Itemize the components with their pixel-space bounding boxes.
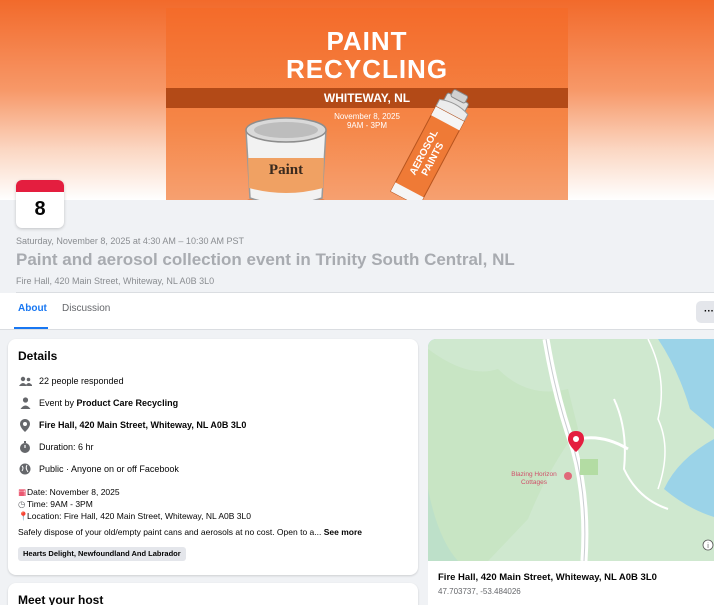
paint-can-illustration: Paint [245, 117, 327, 200]
more-options-button[interactable]: ··· [696, 301, 714, 323]
duration-row: Duration: 6 hr [18, 440, 94, 454]
location-text: Fire Hall, 420 Main Street, Whiteway, NL… [39, 420, 247, 430]
host-heading: Meet your host [18, 593, 104, 605]
poster-date: November 8, 2025 9AM - 3PM [166, 112, 568, 130]
location-map[interactable]: Blazing Horizon Cottages i [428, 339, 714, 561]
location-row[interactable]: Fire Hall, 420 Main Street, Whiteway, NL… [18, 418, 246, 432]
calendar-date-badge: 8 [16, 180, 64, 228]
duration-text: Duration: 6 hr [39, 442, 94, 452]
globe-icon [18, 462, 32, 476]
poster-location: WHITEWAY, NL [166, 88, 568, 108]
responded-text: 22 people responded [39, 376, 124, 386]
organizer-link[interactable]: Product Care Recycling [77, 398, 179, 408]
calendar-header [16, 180, 64, 192]
map-coordinates: 47.703737, -53.484026 [438, 587, 521, 596]
tab-about[interactable]: About [18, 303, 47, 314]
host-row: Event by Product Care Recycling [18, 396, 178, 410]
description-date: ▦Date: November 8, 2025 [18, 487, 120, 498]
people-icon [18, 374, 32, 388]
poster-date-line: November 8, 2025 [334, 112, 400, 121]
description-time-text: Time: 9AM - 3PM [27, 499, 93, 509]
lodging-icon [564, 472, 572, 480]
description-location-text: Location: Fire Hall, 420 Main Street, Wh… [27, 511, 251, 521]
location-pin-icon [18, 418, 32, 432]
map-place-label-line1: Blazing Horizon [511, 471, 557, 478]
map-address: Fire Hall, 420 Main Street, Whiteway, NL… [438, 572, 657, 583]
event-cover-photo: PAINT RECYCLING WHITEWAY, NL November 8,… [0, 0, 714, 200]
responded-row[interactable]: 22 people responded [18, 374, 124, 388]
poster-time-line: 9AM - 3PM [346, 121, 387, 130]
event-by-prefix: Event by [39, 398, 77, 408]
privacy-text: Public · Anyone on or off Facebook [39, 464, 179, 474]
tab-discussion[interactable]: Discussion [62, 303, 110, 314]
event-datetime: Saturday, November 8, 2025 at 4:30 AM – … [16, 236, 244, 246]
description-date-text: Date: November 8, 2025 [27, 487, 120, 497]
host-card: Meet your host [8, 583, 418, 605]
paint-recycling-poster: PAINT RECYCLING WHITEWAY, NL November 8,… [166, 8, 568, 200]
person-icon [18, 396, 32, 410]
stopwatch-icon [18, 440, 32, 454]
event-title: Paint and aerosol collection event in Tr… [16, 250, 515, 269]
map-card[interactable]: Blazing Horizon Cottages i Fire Hall, 42… [428, 339, 714, 605]
event-location[interactable]: Fire Hall, 420 Main Street, Whiteway, NL… [16, 276, 214, 286]
calendar-day: 8 [34, 198, 46, 220]
description-location: 📍Location: Fire Hall, 420 Main Street, W… [18, 511, 251, 522]
clock-emoji-icon: ◷ [18, 499, 26, 509]
active-tab-indicator [14, 327, 48, 329]
privacy-row: Public · Anyone on or off Facebook [18, 462, 179, 476]
aerosol-can-illustration: AEROSOL PAINTS [390, 89, 469, 200]
location-tag-chip[interactable]: Hearts Delight, Newfoundland And Labrado… [18, 547, 186, 561]
description-time: ◷ Time: 9AM - 3PM [18, 499, 93, 510]
details-card: Details 22 people responded Event by Pro… [8, 339, 418, 575]
pin-emoji-icon: 📍 [18, 511, 29, 521]
poster-title-line1: PAINT [326, 26, 408, 56]
see-more-link[interactable]: See more [324, 527, 362, 537]
can-label: Paint [269, 162, 303, 178]
event-tabs: About Discussion ··· [0, 293, 714, 330]
poster-title-line2: RECYCLING [285, 54, 449, 84]
calendar-emoji-icon: ▦ [18, 487, 27, 497]
description-text: Safely dispose of your old/empty paint c… [18, 527, 362, 537]
map-place-label-line2: Cottages [521, 479, 548, 486]
details-heading: Details [18, 349, 58, 363]
description-body: Safely dispose of your old/empty paint c… [18, 527, 322, 537]
